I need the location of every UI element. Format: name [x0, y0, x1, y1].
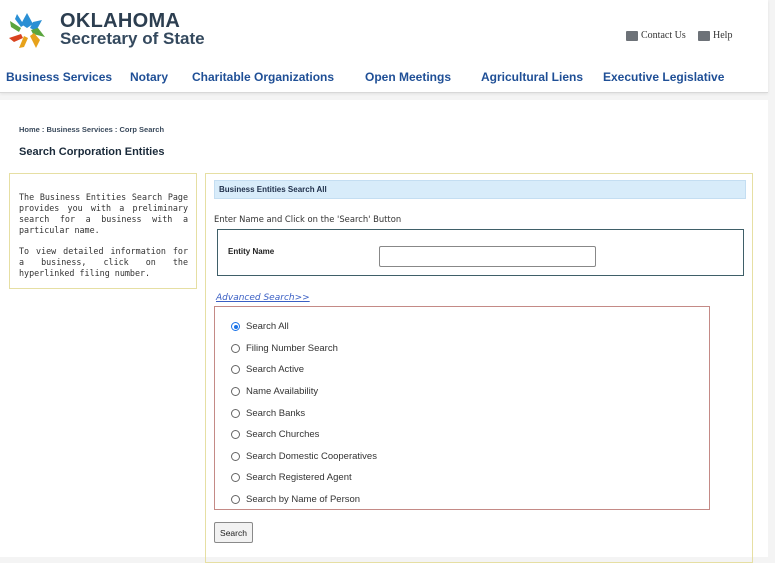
oklahoma-star-logo-icon[interactable]	[6, 10, 48, 52]
radio-filing-number-search[interactable]	[231, 343, 240, 353]
option-label: Search Banks	[246, 407, 306, 419]
nav-item-agricultural-liens[interactable]: Agricultural Liens	[481, 70, 583, 84]
radio-search-registered-agent[interactable]	[231, 473, 240, 483]
page-title: Search Corporation Entities	[19, 146, 165, 158]
option-label: Search Churches	[246, 429, 320, 441]
info-text-2: To view detailed information for a busin…	[19, 246, 188, 278]
nav-item-business-services[interactable]: Business Services	[6, 70, 112, 84]
option-search-registered-agent[interactable]: Search Registered Agent	[215, 467, 709, 489]
radio-search-active[interactable]	[231, 365, 240, 375]
entity-name-label: Entity Name	[228, 247, 275, 256]
site-header: OKLAHOMA Secretary of State Contact Us H…	[0, 0, 768, 93]
radio-search-domestic-cooperatives[interactable]	[231, 451, 240, 461]
search-options: Search All Filing Number Search Search A…	[214, 306, 710, 510]
option-label: Search Active	[246, 364, 305, 376]
brand-subtitle[interactable]: Secretary of State	[60, 29, 205, 49]
mail-icon	[698, 30, 710, 41]
help-link[interactable]: Help	[698, 30, 732, 41]
section-header: Business Entities Search All	[214, 180, 746, 199]
option-label: Search Registered Agent	[246, 472, 352, 484]
option-search-active[interactable]: Search Active	[215, 359, 709, 381]
nav-item-charitable-organizations[interactable]: Charitable Organizations	[192, 70, 334, 84]
option-label: Search Domestic Cooperatives	[246, 450, 377, 462]
radio-name-availability[interactable]	[231, 387, 240, 397]
search-button[interactable]: Search	[214, 522, 253, 543]
radio-search-banks[interactable]	[231, 408, 240, 418]
entity-name-input[interactable]	[379, 246, 596, 267]
radio-search-by-name-of-person[interactable]	[231, 495, 240, 505]
contact-card-icon	[626, 30, 638, 41]
main-content: Home : Business Services : Corp Search S…	[0, 100, 768, 563]
option-search-all[interactable]: Search All	[215, 316, 709, 338]
advanced-search-link[interactable]: Advanced Search>>	[216, 293, 310, 303]
option-search-by-name-of-person[interactable]: Search by Name of Person	[215, 489, 709, 511]
contact-us-label: Contact Us	[641, 30, 686, 41]
radio-search-all[interactable]	[231, 322, 240, 332]
option-label: Search All	[246, 321, 289, 333]
option-filing-number-search[interactable]: Filing Number Search	[215, 338, 709, 360]
option-name-availability[interactable]: Name Availability	[215, 381, 709, 403]
search-instructions: Enter Name and Click on the 'Search' But…	[214, 214, 402, 224]
entity-name-box: Entity Name	[217, 229, 744, 276]
help-label: Help	[713, 30, 733, 41]
nav-item-open-meetings[interactable]: Open Meetings	[365, 70, 451, 84]
nav-item-notary[interactable]: Notary	[130, 70, 168, 84]
contact-us-link[interactable]: Contact Us	[626, 30, 686, 41]
radio-search-churches[interactable]	[231, 430, 240, 440]
option-label: Search by Name of Person	[246, 494, 361, 506]
search-panel: Business Entities Search All Enter Name …	[205, 173, 753, 563]
nav-item-executive-legislative[interactable]: Executive Legislative	[603, 70, 724, 84]
option-label: Filing Number Search	[246, 342, 338, 354]
info-box: The Business Entities Search Page provid…	[9, 173, 197, 289]
option-search-domestic-cooperatives[interactable]: Search Domestic Cooperatives	[215, 446, 709, 468]
option-label: Name Availability	[246, 386, 319, 398]
option-search-banks[interactable]: Search Banks	[215, 402, 709, 424]
info-text-1: The Business Entities Search Page provid…	[19, 192, 188, 235]
option-search-churches[interactable]: Search Churches	[215, 424, 709, 446]
breadcrumb[interactable]: Home : Business Services : Corp Search	[19, 125, 164, 134]
